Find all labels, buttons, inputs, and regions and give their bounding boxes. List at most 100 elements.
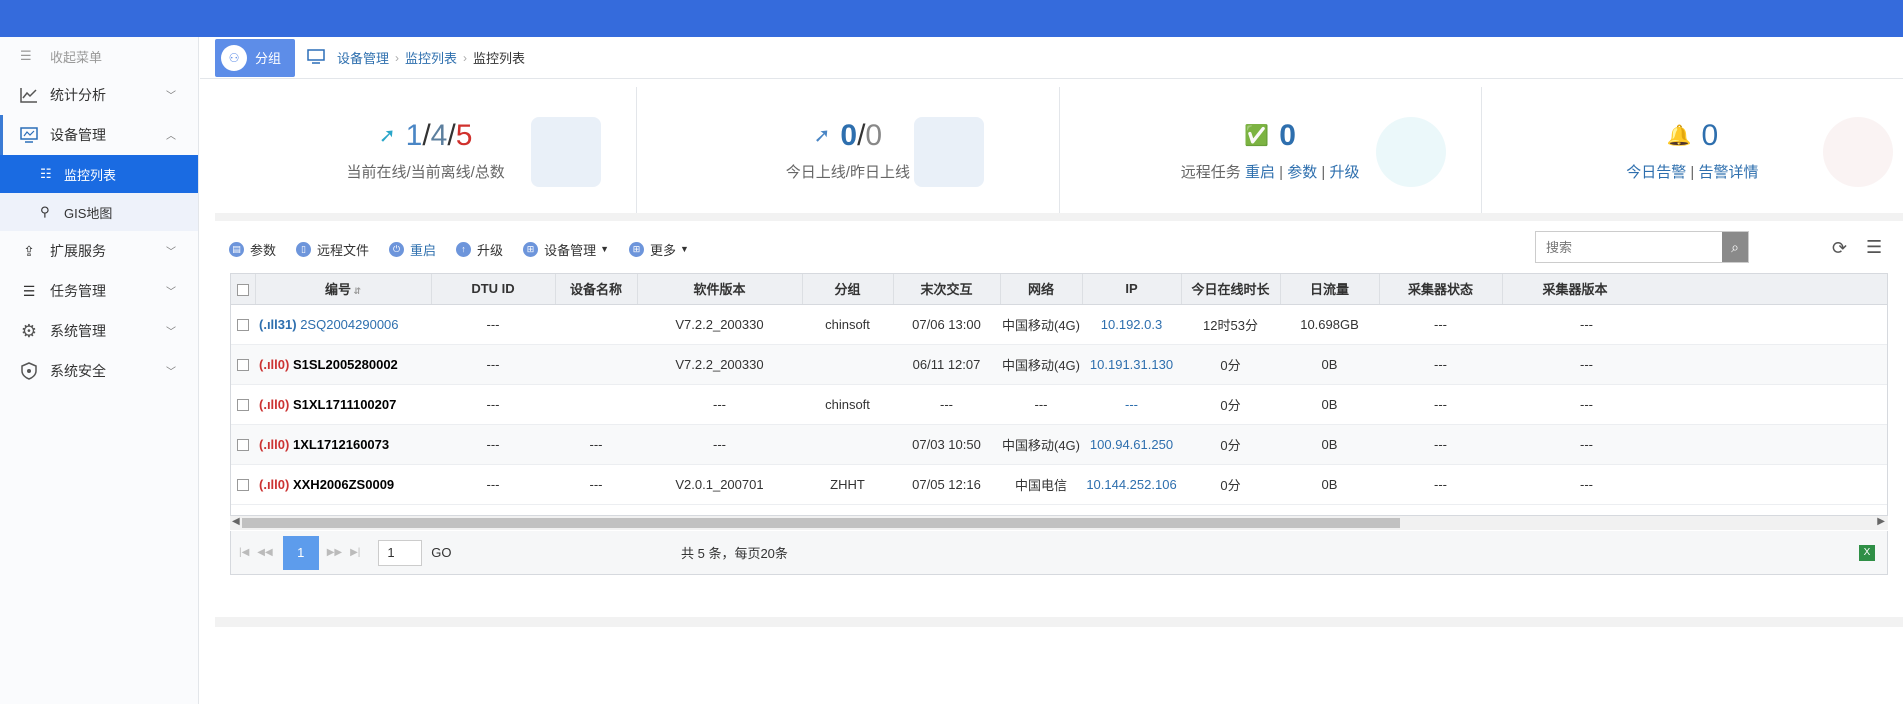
column-header-id[interactable]: 编号 ⇵	[255, 274, 432, 305]
params-button[interactable]: ▤ 参数	[229, 240, 276, 259]
tasks-restart-link[interactable]: 重启	[1245, 164, 1275, 181]
restart-button[interactable]: ⏻ 重启	[389, 240, 436, 259]
column-header-ip[interactable]: IP	[1082, 274, 1182, 305]
remote-file-button[interactable]: ▯ 远程文件	[296, 240, 369, 259]
user-pin-icon: ⚲	[40, 204, 50, 219]
search-button[interactable]: ⌕	[1722, 232, 1748, 262]
version-cell: ---	[637, 424, 802, 465]
dtu-cell: ---	[431, 424, 555, 465]
scroll-right-icon[interactable]: ▶	[1877, 516, 1885, 527]
column-header-collector-version[interactable]: 采集器版本	[1502, 274, 1887, 305]
more-dropdown[interactable]: ⊞ 更多 ▼	[629, 240, 689, 259]
column-header-version[interactable]: 软件版本	[637, 274, 803, 305]
search-input[interactable]	[1536, 232, 1722, 262]
scrollbar-thumb[interactable]	[242, 518, 1400, 528]
table-row[interactable]: (.ıll0) S1SL2005280002 --- V7.2.2_200330…	[231, 344, 1887, 385]
scroll-left-icon[interactable]: ◀	[232, 516, 240, 527]
next-page-icon[interactable]: ▶▶	[327, 547, 342, 558]
group-cell	[802, 344, 893, 385]
collector-status-cell: ---	[1379, 464, 1502, 505]
device-id-cell: (.ıll31) 2SQ2004290006	[255, 304, 431, 345]
sidebar-item-system-security[interactable]: 系统安全 ﹀	[0, 351, 198, 391]
breadcrumb: ⚇ 分组 设备管理 › 监控列表 › 监控列表	[200, 37, 1903, 79]
column-header-name[interactable]: 设备名称	[555, 274, 638, 305]
chevron-up-icon: ︿	[166, 131, 176, 142]
ip-cell[interactable]: 10.191.31.130	[1082, 344, 1181, 385]
first-page-icon[interactable]: |◀	[239, 547, 249, 558]
chevron-down-icon: ﹀	[166, 91, 176, 102]
line-chart-icon	[18, 85, 40, 105]
ip-cell[interactable]: 10.192.0.3	[1082, 304, 1181, 345]
alarm-today-link[interactable]: 今日告警	[1626, 164, 1686, 181]
device-table: 编号 ⇵ DTU ID 设备名称 软件版本 分组 末次交互 网络 IP 今日在线…	[230, 273, 1888, 516]
sidebar-item-task-management[interactable]: ☰ 任务管理 ﹀	[0, 271, 198, 311]
sidebar-item-system-management[interactable]: ⚙ 系统管理 ﹀	[0, 311, 198, 351]
device-id[interactable]: S1SL2005280002	[293, 357, 398, 372]
breadcrumb-device-management[interactable]: 设备管理	[337, 48, 389, 67]
table-header-row: 编号 ⇵ DTU ID 设备名称 软件版本 分组 末次交互 网络 IP 今日在线…	[231, 274, 1887, 305]
device-id[interactable]: 2SQ2004290006	[300, 317, 398, 332]
row-checkbox[interactable]	[231, 344, 255, 385]
column-header-last[interactable]: 末次交互	[893, 274, 1001, 305]
row-checkbox[interactable]	[231, 464, 255, 505]
group-button[interactable]: ⚇ 分组	[215, 38, 295, 77]
column-header-online[interactable]: 今日在线时长	[1181, 274, 1281, 305]
network-cell: 中国移动(4G)	[1000, 304, 1082, 345]
row-checkbox[interactable]	[231, 304, 255, 345]
ip-cell[interactable]: 100.94.61.250	[1082, 424, 1181, 465]
last-page-icon[interactable]: ▶|	[350, 547, 360, 558]
ip-cell[interactable]: 10.144.252.106	[1082, 464, 1181, 505]
column-header-flow[interactable]: 日流量	[1280, 274, 1380, 305]
breadcrumb-monitor-list[interactable]: 监控列表	[405, 48, 457, 67]
device-mgmt-dropdown[interactable]: ⊞ 设备管理 ▼	[523, 240, 609, 259]
device-mgmt-label: 设备管理	[544, 242, 597, 258]
excel-export-icon[interactable]: X	[1859, 544, 1875, 561]
decor-image	[1823, 117, 1893, 187]
chevron-down-icon: ﹀	[166, 247, 176, 258]
table-row[interactable]: (.ıll0) 1XL1712160073 --- --- --- 07/03 …	[231, 424, 1887, 465]
table-row[interactable]: (.ıll31) 2SQ2004290006 --- V7.2.2_200330…	[231, 304, 1887, 345]
collector-status-cell: ---	[1379, 344, 1502, 385]
horizontal-scrollbar[interactable]: ◀ ▶	[230, 516, 1888, 530]
device-id[interactable]: XXH2006ZS0009	[293, 477, 394, 492]
sidebar-subitem-monitor-list[interactable]: ☷ 监控列表	[0, 155, 198, 193]
table-row[interactable]: (.ıll0) XXH2006ZS0009 --- --- V2.0.1_200…	[231, 464, 1887, 505]
tasks-upgrade-link[interactable]: 升级	[1329, 164, 1359, 181]
column-header-network[interactable]: 网络	[1000, 274, 1083, 305]
device-id[interactable]: S1XL1711100207	[293, 397, 396, 412]
sidebar-item-extension-services[interactable]: ⇪ 扩展服务 ﹀	[0, 231, 198, 271]
device-list-panel: ▤参数 ▯远程文件 ⏻重启 ↑升级 ⊞设备管理▼ ⊞更多▼ ⌕ ⟳ ☰	[215, 221, 1903, 617]
sidebar-item-statistics[interactable]: 统计分析 ﹀	[0, 75, 198, 115]
collapse-menu-button[interactable]: ☰ 收起菜单	[0, 37, 198, 75]
column-header-collector-status[interactable]: 采集器状态	[1379, 274, 1503, 305]
column-list-icon[interactable]: ☰	[1866, 237, 1882, 258]
ip-cell[interactable]: ---	[1082, 384, 1181, 425]
flow-cell: 0B	[1280, 424, 1379, 465]
last-cell: 06/11 12:07	[893, 344, 1000, 385]
flow-cell: 0B	[1280, 384, 1379, 425]
sidebar-item-device-management[interactable]: 设备管理 ︿	[0, 115, 198, 155]
collector-status-cell: ---	[1379, 384, 1502, 425]
upgrade-button[interactable]: ↑ 升级	[456, 240, 503, 259]
alarm-detail-link[interactable]: 告警详情	[1698, 164, 1758, 181]
task-check-icon: ✅	[1244, 125, 1270, 147]
dtu-cell: ---	[431, 464, 555, 505]
go-button[interactable]: GO	[426, 540, 456, 566]
table-row[interactable]: (.ıll0) S1XL1711100207 --- --- chinsoft …	[231, 384, 1887, 425]
refresh-status-icon: ➚	[378, 125, 396, 147]
device-id[interactable]: 1XL1712160073	[293, 437, 389, 452]
content-area: ➚ 1 / 4 / 5 当前在线/当前离线/总数 ➚ 0 / 0 今日上线/昨日…	[215, 87, 1903, 627]
refresh-icon[interactable]: ⟳	[1832, 238, 1847, 259]
network-cell: 中国电信	[1000, 464, 1082, 505]
column-header-group[interactable]: 分组	[802, 274, 894, 305]
column-header-dtu[interactable]: DTU ID	[431, 274, 556, 305]
prev-page-icon[interactable]: ◀◀	[257, 547, 272, 558]
arrow-up-icon: ↑	[456, 241, 472, 257]
tasks-param-link[interactable]: 参数	[1287, 164, 1317, 181]
row-checkbox[interactable]	[231, 424, 255, 465]
sidebar-subitem-gis-map[interactable]: ⚲ GIS地图	[0, 193, 198, 231]
row-checkbox[interactable]	[231, 384, 255, 425]
select-all-checkbox[interactable]	[231, 274, 256, 305]
current-page-button[interactable]: 1	[282, 535, 319, 570]
page-number-input[interactable]	[378, 539, 423, 566]
